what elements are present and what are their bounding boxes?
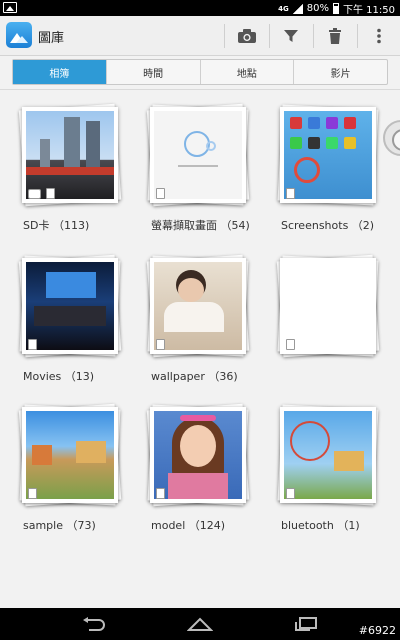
album-sample[interactable]: sample （73) bbox=[18, 403, 122, 532]
sd-card-icon bbox=[286, 339, 295, 350]
status-indicators: 4G 80% 下午 11:50 bbox=[278, 1, 395, 16]
album-empty[interactable] bbox=[276, 254, 380, 358]
recent-apps-icon bbox=[295, 617, 317, 631]
sd-card-icon bbox=[28, 488, 37, 499]
overflow-menu-icon bbox=[377, 28, 381, 44]
back-button[interactable] bbox=[74, 612, 114, 636]
filter-icon bbox=[284, 30, 298, 42]
album-bluetooth[interactable]: bluetooth （1) bbox=[277, 404, 379, 532]
tab-albums[interactable]: 相簿 bbox=[13, 60, 106, 84]
sd-card-icon bbox=[156, 188, 165, 199]
sd-card-icon bbox=[286, 488, 295, 499]
signal-icon bbox=[292, 3, 303, 14]
gallery-notification-icon bbox=[3, 2, 17, 13]
camera-icon bbox=[28, 189, 41, 199]
tab-location[interactable]: 地點 bbox=[199, 60, 294, 84]
sd-card-icon bbox=[28, 339, 37, 350]
sd-card-icon bbox=[156, 488, 165, 499]
album-label: bluetooth （1) bbox=[281, 519, 360, 532]
sd-card-icon bbox=[156, 339, 165, 350]
camera-icon bbox=[238, 29, 256, 43]
clock: 下午 11:50 bbox=[343, 5, 395, 16]
album-model[interactable]: model （124) bbox=[146, 403, 250, 532]
network-type: 4G bbox=[278, 4, 289, 13]
album-screen-captures[interactable]: 螢幕擷取畫面 （54) bbox=[146, 103, 250, 232]
album-wallpaper[interactable]: wallpaper （36) bbox=[146, 254, 250, 383]
home-button[interactable] bbox=[180, 612, 220, 636]
page-title: 圖庫 bbox=[38, 31, 65, 46]
tab-time[interactable]: 時間 bbox=[105, 60, 200, 84]
tab-videos[interactable]: 影片 bbox=[293, 60, 387, 84]
action-bar: 圖庫 bbox=[0, 16, 400, 56]
overflow-menu-button[interactable] bbox=[357, 16, 400, 56]
status-bar: 4G 80% 下午 11:50 bbox=[0, 0, 400, 16]
album-label: wallpaper （36) bbox=[151, 370, 238, 383]
delete-button[interactable] bbox=[313, 16, 357, 56]
battery-icon bbox=[333, 3, 339, 14]
trash-icon bbox=[329, 28, 341, 44]
floating-assist-button[interactable] bbox=[383, 120, 400, 156]
home-icon bbox=[187, 617, 213, 631]
gallery-icon[interactable] bbox=[6, 22, 32, 48]
filter-button[interactable] bbox=[269, 16, 313, 56]
album-label: Screenshots （2) bbox=[281, 219, 375, 232]
album-sd-card[interactable]: SD卡 （113) bbox=[18, 103, 122, 232]
camera-button[interactable] bbox=[225, 16, 269, 56]
sd-card-icon bbox=[46, 188, 55, 199]
album-screenshots[interactable]: Screenshots （2) bbox=[277, 104, 379, 232]
divider bbox=[0, 89, 400, 90]
watermark: #6922 bbox=[358, 624, 396, 637]
back-icon bbox=[83, 617, 105, 631]
battery-level: 80% bbox=[306, 3, 329, 14]
album-movies[interactable]: Movies （13) bbox=[18, 254, 122, 383]
recent-apps-button[interactable] bbox=[286, 612, 326, 636]
navigation-bar: #6922 bbox=[0, 608, 400, 640]
view-tabs: 相簿 時間 地點 影片 bbox=[12, 59, 388, 85]
sd-card-icon bbox=[286, 188, 295, 199]
